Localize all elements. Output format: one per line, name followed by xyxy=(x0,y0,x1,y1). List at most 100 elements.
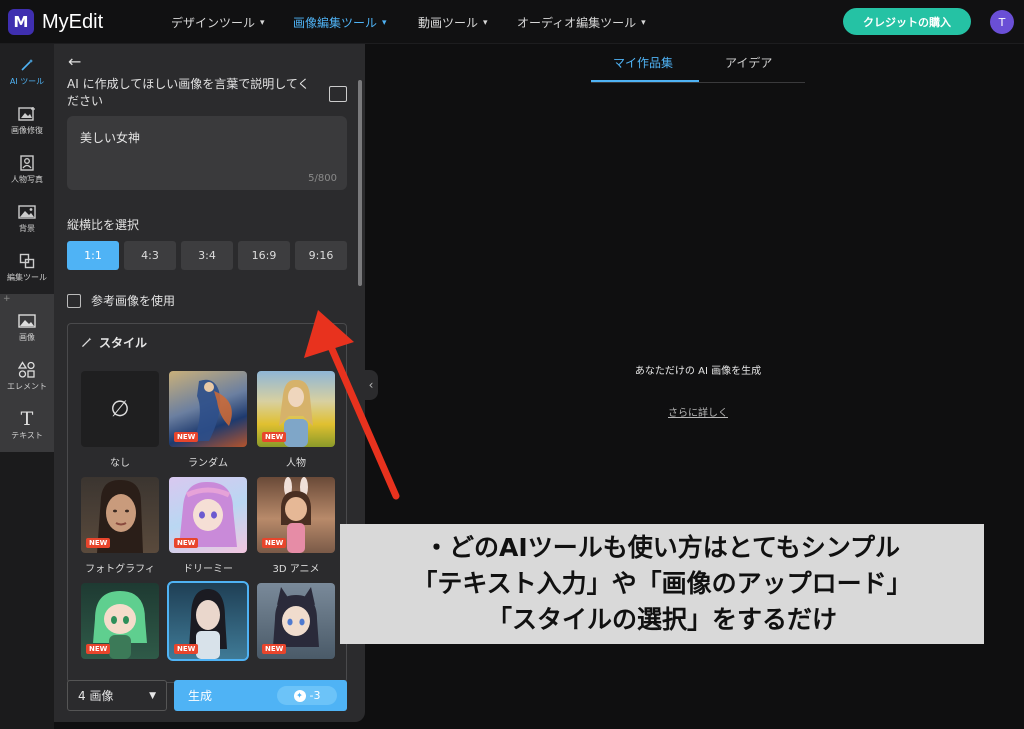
annotation-caption: ・どのAIツールも使い方はとてもシンプル 「テキスト入力」や「画像のアップロード… xyxy=(340,524,984,644)
chevron-down-icon: ▾ xyxy=(483,17,488,28)
chevron-down-icon: ▾ xyxy=(641,17,646,28)
nav-audio-tools[interactable]: オーディオ編集ツール ▾ xyxy=(517,14,646,31)
gallery-tabs: マイ作品集 アイデア xyxy=(591,52,805,83)
rail-item-ai-tools[interactable]: AI ツール xyxy=(0,48,54,96)
generate-button[interactable]: 生成 ✦ -3 xyxy=(174,680,347,711)
reference-image-label: 参考画像を使用 xyxy=(91,294,176,308)
buy-credits-button[interactable]: クレジットの購入 xyxy=(843,8,971,35)
style-dreamy-thumb[interactable]: NEW xyxy=(169,477,247,553)
generate-label: 生成 xyxy=(188,689,213,703)
ratio-1-1-button[interactable]: 1:1 xyxy=(67,241,119,270)
back-arrow-icon[interactable]: ← xyxy=(68,52,81,71)
style-none-thumb[interactable]: ∅ xyxy=(81,371,159,447)
aspect-ratio-options: 1:1 4:3 3:4 16:9 9:16 xyxy=(67,241,347,270)
tab-ideas[interactable]: アイデア xyxy=(725,54,772,71)
prompt-label: AI に作成してほしい画像を言葉で説明してください xyxy=(67,77,310,108)
rail-item-image-repair[interactable]: 画像修復 xyxy=(0,97,54,145)
left-rail: AI ツール 画像修復 人物写真 背景 編集ツール + 画像 エレメント T テ… xyxy=(0,44,54,729)
reference-image-option[interactable]: 参考画像を使用 xyxy=(67,292,175,309)
rail-label: 編集ツール xyxy=(7,273,47,282)
style-label: フォトグラフィ xyxy=(85,564,155,575)
background-icon xyxy=(18,204,36,220)
rail-label: テキスト xyxy=(11,431,43,440)
image-icon xyxy=(18,313,36,329)
ratio-16-9-button[interactable]: 16:9 xyxy=(238,241,290,270)
rail-item-portrait[interactable]: 人物写真 xyxy=(0,146,54,194)
style-label: ドリーミー xyxy=(183,564,233,575)
rail-item-background[interactable]: 背景 xyxy=(0,195,54,243)
portrait-icon xyxy=(18,155,36,171)
credit-cost-badge: ✦ -3 xyxy=(277,686,337,705)
caption-line: 「スタイルの選択」をするだけ xyxy=(486,605,837,634)
rail-item-text[interactable]: T テキスト xyxy=(0,402,54,450)
rail-item-edit-tools[interactable]: 編集ツール xyxy=(0,244,54,292)
style-label: なし xyxy=(110,458,130,469)
ratio-9-16-button[interactable]: 9:16 xyxy=(295,241,347,270)
nav-label: 動画ツール xyxy=(418,16,479,30)
nav-video-tools[interactable]: 動画ツール ▾ xyxy=(418,14,488,31)
chevron-down-icon: ▼ xyxy=(149,690,156,701)
prompt-char-count: 5/800 xyxy=(308,173,337,184)
style-cat-girl-thumb[interactable]: NEW xyxy=(257,583,335,659)
nav-design-tools[interactable]: デザインツール ▾ xyxy=(171,14,265,31)
style-random-thumb[interactable]: NEW xyxy=(169,371,247,447)
ratio-4-3-button[interactable]: 4:3 xyxy=(124,241,176,270)
nav-label: デザインツール xyxy=(171,16,256,30)
style-label: 3D アニメ xyxy=(272,564,320,575)
add-image-icon[interactable] xyxy=(329,86,347,102)
rail-label: AI ツール xyxy=(9,77,45,86)
style-photography-thumb[interactable]: NEW xyxy=(81,477,159,553)
style-selected-thumb[interactable]: NEW xyxy=(167,581,249,661)
nav-label: 画像編集ツール xyxy=(293,16,378,30)
logo[interactable]: M MyEdit xyxy=(8,9,103,35)
rail-label: エレメント xyxy=(7,382,47,391)
caption-line: ・どのAIツールも使い方はとてもシンプル xyxy=(424,533,900,562)
style-title: スタイル xyxy=(80,334,147,351)
style-label: ランダム xyxy=(188,458,228,469)
new-badge: NEW xyxy=(86,644,111,654)
nav-label: オーディオ編集ツール xyxy=(517,16,637,30)
tab-my-works[interactable]: マイ作品集 xyxy=(613,54,673,71)
new-badge: NEW xyxy=(262,644,287,654)
rail-label: 背景 xyxy=(19,224,35,233)
elements-icon xyxy=(18,361,36,378)
active-tab-indicator xyxy=(591,80,699,82)
new-badge: NEW xyxy=(262,538,287,548)
edit-tools-icon xyxy=(18,253,36,269)
ratio-3-4-button[interactable]: 3:4 xyxy=(181,241,233,270)
text-icon: T xyxy=(20,408,34,430)
rail-item-image[interactable]: 画像 xyxy=(0,304,54,352)
panel-scrollbar[interactable] xyxy=(358,80,362,286)
empty-state-title: あなただけの AI 画像を生成 xyxy=(634,366,762,377)
prompt-textarea[interactable]: 美しい女神 5/800 xyxy=(67,116,347,190)
prompt-value: 美しい女神 xyxy=(80,131,141,145)
annotation-arrow xyxy=(304,310,400,500)
app-root: M MyEdit デザインツール ▾ 画像編集ツール ▾ 動画ツール ▾ オーディオ編… xyxy=(0,0,1024,729)
top-bar: M MyEdit デザインツール ▾ 画像編集ツール ▾ 動画ツール ▾ オーディオ編… xyxy=(0,0,1024,44)
magic-wand-icon xyxy=(18,57,36,73)
learn-more-link[interactable]: さらに詳しく xyxy=(598,404,798,419)
rail-label: 人物写真 xyxy=(11,175,43,184)
credit-cost: -3 xyxy=(309,689,321,702)
nav-image-tools[interactable]: 画像編集ツール ▾ xyxy=(293,14,387,31)
magic-wand-icon xyxy=(81,337,92,348)
style-title-text: スタイル xyxy=(99,336,148,350)
logo-icon: M xyxy=(8,9,34,35)
credit-icon: ✦ xyxy=(293,689,306,702)
reference-image-checkbox[interactable] xyxy=(67,293,81,308)
plus-icon: + xyxy=(3,294,11,304)
style-chibi-thumb[interactable]: NEW xyxy=(81,583,159,659)
chevron-down-icon: ▾ xyxy=(382,17,387,28)
avatar[interactable]: T xyxy=(990,10,1014,34)
rail-item-elements[interactable]: エレメント xyxy=(0,353,54,401)
new-badge: NEW xyxy=(174,644,199,654)
caption-line: 「テキスト入力」や「画像のアップロード」 xyxy=(412,569,912,598)
new-badge: NEW xyxy=(262,432,287,442)
image-count-value: 4 画像 xyxy=(78,689,114,703)
aspect-ratio-label: 縦横比を選択 xyxy=(67,218,140,232)
new-badge: NEW xyxy=(86,538,111,548)
image-repair-icon xyxy=(18,106,36,122)
image-count-select[interactable]: 4 画像 ▼ xyxy=(67,680,167,711)
chevron-down-icon: ▾ xyxy=(260,17,265,28)
app-name: MyEdit xyxy=(42,10,104,33)
